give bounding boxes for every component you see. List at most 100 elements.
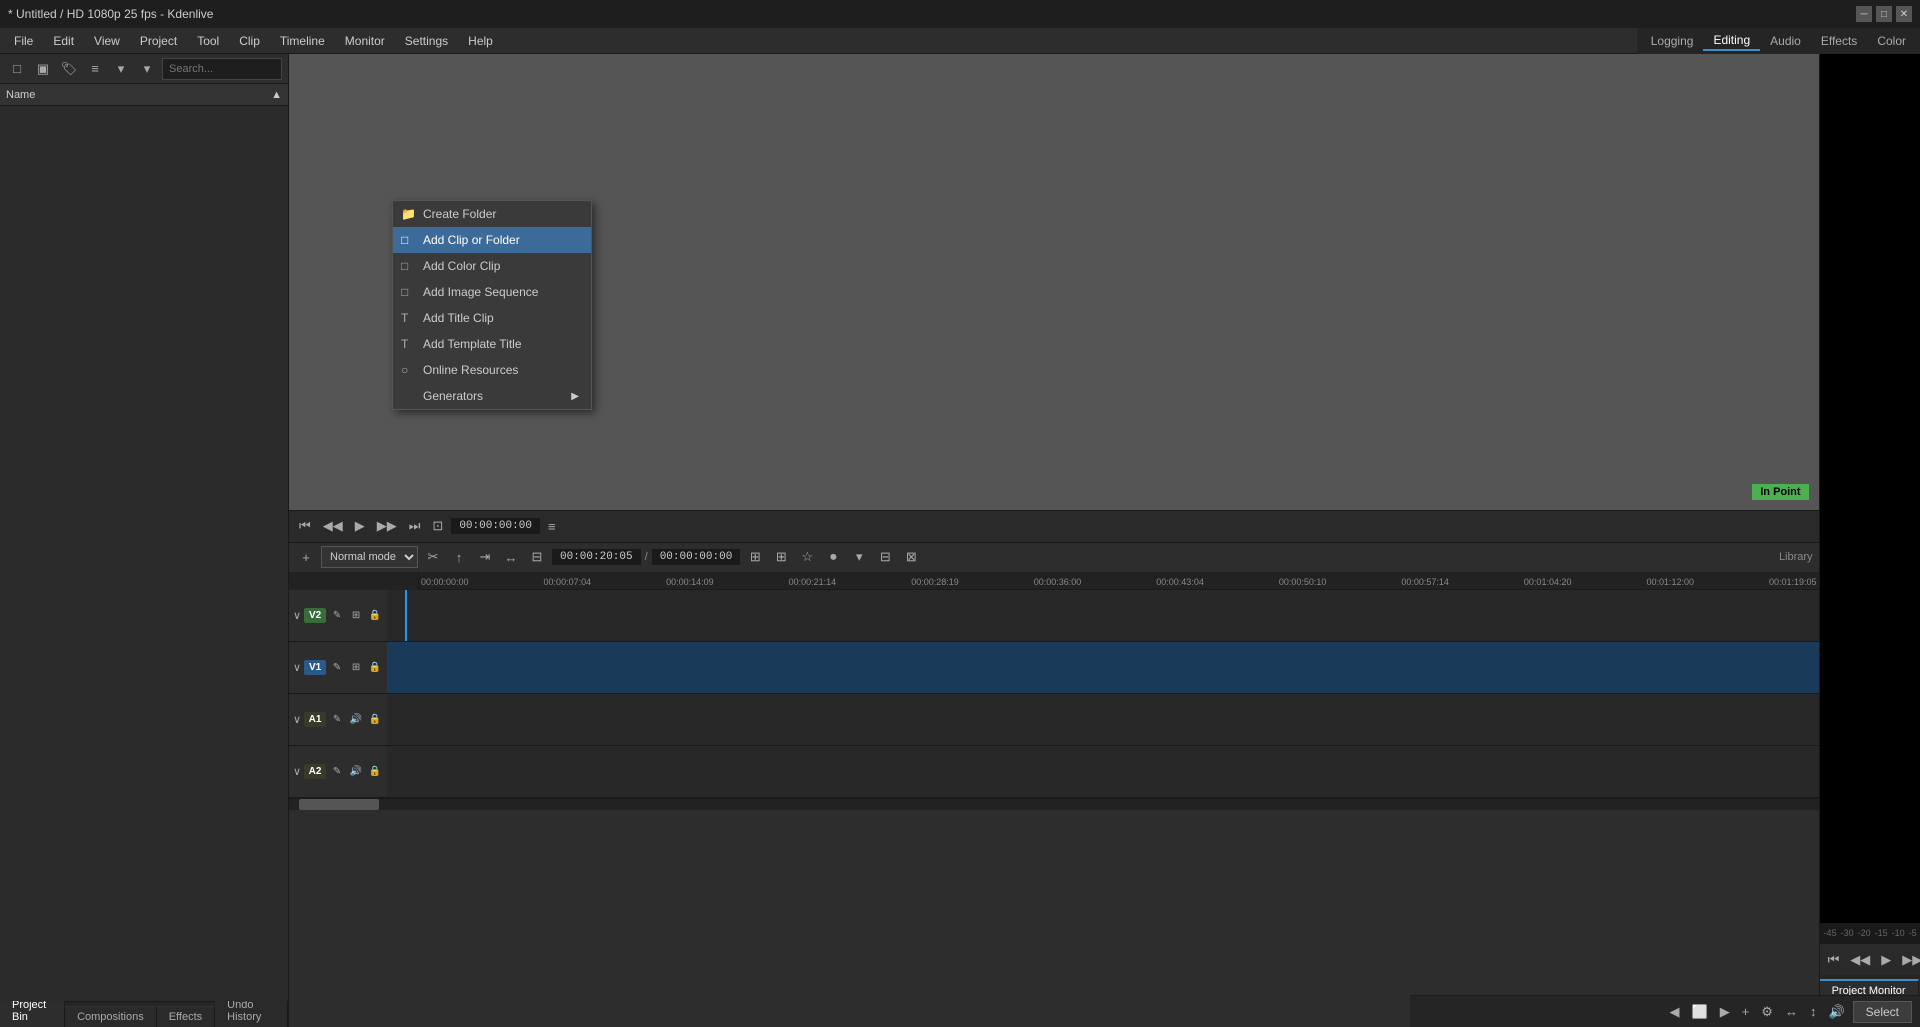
context-menu-item-add-color-clip[interactable]: □ Add Color Clip <box>393 253 591 279</box>
ruler-mark: 00:00:57:14 <box>1401 577 1449 589</box>
clip-play-button[interactable]: ▶ <box>351 516 369 536</box>
menu-clip[interactable]: Clip <box>229 32 270 50</box>
context-menu-item-add-clip-folder[interactable]: □ Add Clip or Folder <box>393 227 591 253</box>
context-menu-item-add-template-title[interactable]: T Add Template Title <box>393 331 591 357</box>
clip-next-frame-button[interactable]: ▶▶ <box>373 516 401 536</box>
pm-go-start-button[interactable]: ⏮ <box>1824 950 1844 970</box>
track-header-v1: ∨ V1 ✎ ⊞ 🔒 <box>289 642 387 694</box>
pm-fit-height-button[interactable]: ↕ <box>1806 1002 1821 1021</box>
clip-loop-button[interactable]: ⊡ <box>428 516 447 536</box>
tab-compositions[interactable]: Compositions <box>65 1006 157 1027</box>
track-a1-lock-button[interactable]: 🔒 <box>367 711 383 727</box>
timeline-extract-button[interactable]: ⇥ <box>474 546 496 568</box>
menu-help[interactable]: Help <box>458 32 503 50</box>
context-menu-item-add-title-clip[interactable]: T Add Title Clip <box>393 305 591 331</box>
track-v1-composite-button[interactable]: ⊞ <box>348 659 364 675</box>
workspace-audio[interactable]: Audio <box>1760 32 1811 50</box>
pm-insert-button[interactable]: ⬜ <box>1688 1002 1712 1022</box>
pm-volume-button[interactable]: 🔊 <box>1824 1002 1848 1022</box>
tab-effects[interactable]: Effects <box>157 1006 215 1027</box>
context-menu-item-add-image-sequence[interactable]: □ Add Image Sequence <box>393 279 591 305</box>
track-a2-lock-button[interactable]: 🔒 <box>367 763 383 779</box>
track-v1-lock-button[interactable]: 🔒 <box>367 659 383 675</box>
pm-prev-button[interactable]: ◀◀ <box>1846 950 1874 970</box>
clip-go-end-button[interactable]: ⏭ <box>405 516 425 536</box>
track-lane-a1[interactable] <box>387 694 1819 746</box>
track-a1-mute-button[interactable]: 🔊 <box>348 711 364 727</box>
track-header-a1: ∨ A1 ✎ 🔊 🔒 <box>289 694 387 746</box>
menu-file[interactable]: File <box>4 32 43 50</box>
folder-icon: 📁 <box>401 207 416 221</box>
menu-button[interactable]: ≡ <box>84 58 106 80</box>
pm-next-clip-button[interactable]: ▶ <box>1716 1002 1734 1022</box>
library-tab[interactable]: Library <box>926 551 1812 563</box>
menu-monitor[interactable]: Monitor <box>335 32 395 50</box>
clip-settings-button[interactable]: ≡ <box>544 517 560 536</box>
pm-next-button[interactable]: ▶▶ <box>1898 950 1920 970</box>
menu-timeline[interactable]: Timeline <box>270 32 335 50</box>
track-v2-lock-button[interactable]: 🔒 <box>367 607 383 623</box>
track-lane-v1[interactable] <box>387 642 1819 694</box>
open-clip-button[interactable]: ▣ <box>32 58 54 80</box>
context-menu-item-generators[interactable]: Generators ▶ <box>393 383 591 409</box>
track-v2: ∨ V2 ✎ ⊞ 🔒 <box>289 590 1819 642</box>
menu-settings[interactable]: Settings <box>395 32 458 50</box>
timeline-ungroup-button[interactable]: ☆ <box>796 546 818 568</box>
timeline-fullscreen-button[interactable]: ⊞ <box>744 546 766 568</box>
filter-button[interactable]: ▾ <box>110 58 132 80</box>
menu-view[interactable]: View <box>84 32 130 50</box>
pm-add-button[interactable]: + <box>1738 1002 1754 1021</box>
context-menu-item-online-resources[interactable]: ○ Online Resources <box>393 357 591 383</box>
menu-edit[interactable]: Edit <box>43 32 84 50</box>
pm-play-button[interactable]: ▶ <box>1877 950 1895 970</box>
track-v1-edit-button[interactable]: ✎ <box>329 659 345 675</box>
menu-tool[interactable]: Tool <box>187 32 229 50</box>
ruler-mark: 00:00:07:04 <box>544 577 592 589</box>
new-bin-button[interactable]: □ <box>6 58 28 80</box>
timeline-scrollbar[interactable] <box>289 798 1819 810</box>
clip-prev-frame-button[interactable]: ◀◀ <box>319 516 347 536</box>
timeline-group-button[interactable]: ⊞ <box>770 546 792 568</box>
in-point-badge: In Point <box>1752 484 1808 500</box>
track-v2-composite-button[interactable]: ⊞ <box>348 607 364 623</box>
image-sequence-icon: □ <box>401 285 408 299</box>
menubar: File Edit View Project Tool Clip Timelin… <box>0 28 1920 54</box>
track-label-a2: A2 <box>304 764 326 779</box>
track-v2-edit-button[interactable]: ✎ <box>329 607 345 623</box>
timeline-menu-button[interactable]: ▾ <box>848 546 870 568</box>
timeline-mode-select[interactable]: Normal mode <box>321 546 418 568</box>
track-lane-a2[interactable] <box>387 746 1819 798</box>
workspace-color[interactable]: Color <box>1867 32 1916 50</box>
workspace-logging[interactable]: Logging <box>1641 32 1704 50</box>
maximize-button[interactable]: □ <box>1876 6 1892 22</box>
ruler-mark: 00:00:21:14 <box>789 577 837 589</box>
track-a2-edit-button[interactable]: ✎ <box>329 763 345 779</box>
timeline-render-button[interactable]: ⊠ <box>900 546 922 568</box>
filter-dropdown-button[interactable]: ▾ <box>136 58 158 80</box>
tag-button[interactable]: 🏷 <box>58 58 80 80</box>
context-menu-item-create-folder[interactable]: 📁 Create Folder <box>393 201 591 227</box>
close-button[interactable]: ✕ <box>1896 6 1912 22</box>
timeline-snap-button[interactable]: ⊟ <box>526 546 548 568</box>
timeline-lift-button[interactable]: ↑ <box>448 546 470 568</box>
track-a1-edit-button[interactable]: ✎ <box>329 711 345 727</box>
minimize-button[interactable]: ─ <box>1856 6 1872 22</box>
project-bin-content[interactable] <box>0 106 288 1001</box>
search-input[interactable] <box>162 58 282 80</box>
clip-go-start-button[interactable]: ⏮ <box>295 516 315 536</box>
timeline-add-track-button[interactable]: + <box>295 546 317 568</box>
timeline-record-button[interactable]: ⏺ <box>822 546 844 568</box>
menu-project[interactable]: Project <box>130 32 187 50</box>
workspace-effects[interactable]: Effects <box>1811 32 1867 50</box>
timeline-settings-button[interactable]: ⊟ <box>874 546 896 568</box>
timeline-scrollbar-thumb[interactable] <box>299 799 379 810</box>
track-a2-mute-button[interactable]: 🔊 <box>348 763 364 779</box>
workspace-editing[interactable]: Editing <box>1703 31 1760 51</box>
timeline-spacer-button[interactable]: ↔ <box>500 546 522 568</box>
track-lane-v2[interactable] <box>387 590 1819 642</box>
pm-prev-clip-button[interactable]: ◀ <box>1666 1002 1684 1022</box>
pm-fit-width-button[interactable]: ↔ <box>1781 1002 1802 1021</box>
pm-gear-button[interactable]: ⚙ <box>1757 1002 1777 1022</box>
select-button[interactable]: Select <box>1853 1001 1912 1023</box>
timeline-razor-button[interactable]: ✂ <box>422 546 444 568</box>
